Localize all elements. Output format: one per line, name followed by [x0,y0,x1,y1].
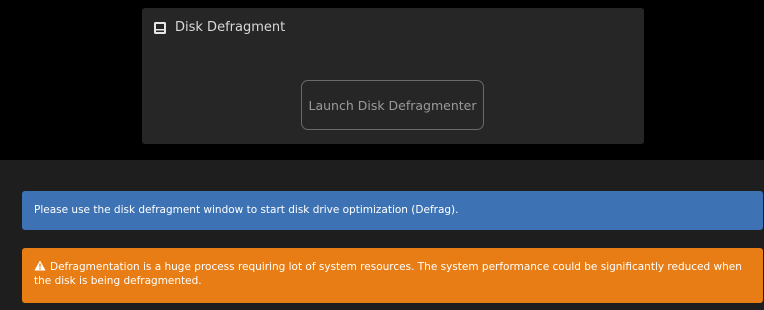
launch-disk-defragmenter-button[interactable]: Launch Disk Defragmenter [301,80,484,130]
warning-alert-text: Defragmentation is a huge process requir… [34,261,742,287]
alerts-panel: Please use the disk defragment window to… [0,160,764,310]
info-alert: Please use the disk defragment window to… [22,191,763,230]
warning-alert: Defragmentation is a huge process requir… [22,248,763,303]
warning-icon [34,260,46,271]
page: Disk Defragment Launch Disk Defragmenter… [0,0,764,310]
top-panel: Disk Defragment Launch Disk Defragmenter [0,0,764,160]
info-alert-text: Please use the disk defragment window to… [34,204,459,216]
disk-icon [153,21,167,35]
card-title: Disk Defragment [175,20,286,35]
disk-defragment-card: Disk Defragment Launch Disk Defragmenter [142,8,644,144]
card-header: Disk Defragment [153,20,285,35]
